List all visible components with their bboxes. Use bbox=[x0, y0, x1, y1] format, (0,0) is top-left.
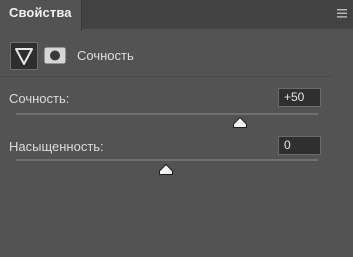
properties-panel: Свойства Сочность Сочность: +50 Насыщенн… bbox=[0, 0, 353, 257]
panel-menu-icon[interactable] bbox=[337, 9, 347, 18]
saturation-label: Насыщенность: bbox=[9, 139, 104, 154]
panel-header: Свойства bbox=[0, 0, 353, 31]
saturation-slider-track[interactable] bbox=[16, 159, 318, 161]
vibrance-adjustment-button[interactable] bbox=[10, 42, 38, 70]
tab-properties[interactable]: Свойства bbox=[0, 0, 82, 31]
vibrance-triangle-icon bbox=[15, 48, 33, 65]
panel-right-gutter bbox=[333, 29, 353, 257]
saturation-slider-thumb[interactable] bbox=[159, 164, 173, 175]
layer-mask-icon[interactable] bbox=[44, 47, 66, 64]
vibrance-slider-track[interactable] bbox=[16, 113, 318, 115]
adjustment-type-row: Сочность bbox=[0, 39, 353, 73]
tab-properties-label: Свойства bbox=[9, 5, 72, 20]
vibrance-value-field[interactable]: +50 bbox=[278, 88, 321, 107]
vibrance-label: Сочность: bbox=[9, 91, 70, 106]
vibrance-slider-thumb[interactable] bbox=[233, 117, 247, 128]
adjustment-type-label: Сочность bbox=[77, 48, 134, 63]
saturation-value-field[interactable]: 0 bbox=[278, 136, 321, 155]
section-divider bbox=[0, 76, 353, 77]
